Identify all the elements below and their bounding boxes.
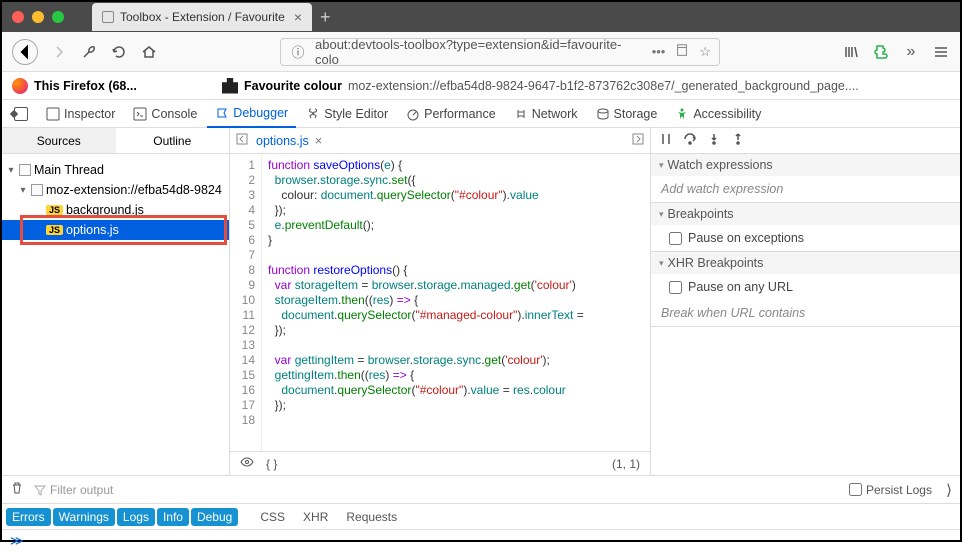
console-filter-input[interactable]: Filter output: [34, 483, 113, 497]
extension-icon: [222, 78, 238, 94]
step-out-button[interactable]: [731, 132, 745, 149]
panel-inspector[interactable]: Inspector: [38, 100, 123, 128]
line-gutter[interactable]: 123456789101112131415161718: [230, 154, 262, 451]
reload-button[interactable]: [110, 43, 128, 61]
hamburger-menu-icon[interactable]: [932, 43, 950, 61]
url-bar[interactable]: ⓘ about:devtools-toolbox?type=extension&…: [280, 38, 720, 66]
overflow-icon[interactable]: »: [902, 43, 920, 61]
browser-tab[interactable]: Toolbox - Extension / Favourite ×: [92, 3, 312, 31]
browser-toolbar: ⓘ about:devtools-toolbox?type=extension&…: [2, 32, 960, 72]
tree-file-background[interactable]: JSbackground.js: [2, 200, 229, 220]
cursor-position: (1, 1): [612, 457, 640, 471]
filter-logs[interactable]: Logs: [117, 508, 155, 526]
pause-on-exceptions-checkbox[interactable]: Pause on exceptions: [651, 225, 960, 251]
tree-origin[interactable]: ▾moz-extension://efba54d8-9824: [2, 180, 229, 200]
split-console: Filter output Persist Logs ⟩ Errors Warn…: [2, 476, 960, 552]
clear-console-icon[interactable]: [10, 481, 24, 498]
editor-nav-back-icon[interactable]: [236, 132, 248, 150]
debugger-right-pane: Watch expressions Add watch expression B…: [650, 128, 960, 475]
library-icon[interactable]: [842, 43, 860, 61]
scopes-icon[interactable]: { }: [266, 457, 277, 471]
url-text: about:devtools-toolbox?type=extension&id…: [315, 37, 644, 67]
close-tab-icon[interactable]: ×: [294, 9, 302, 25]
watch-add-placeholder[interactable]: Add watch expression: [651, 176, 960, 202]
filter-errors[interactable]: Errors: [6, 508, 51, 526]
tree-file-options[interactable]: JSoptions.js: [2, 220, 229, 240]
panel-storage[interactable]: Storage: [588, 100, 666, 128]
sources-sidebar: Sources Outline ▾Main Thread ▾moz-extens…: [2, 128, 230, 475]
sidebar-tab-outline[interactable]: Outline: [116, 128, 230, 153]
forward-button[interactable]: [50, 43, 68, 61]
close-file-icon[interactable]: ×: [315, 134, 322, 148]
debug-context-bar: This Firefox (68... Favourite colour moz…: [2, 72, 960, 100]
debugger-controls: [651, 128, 960, 154]
filter-warnings[interactable]: Warnings: [53, 508, 115, 526]
bookmark-star-icon[interactable]: ☆: [699, 44, 711, 60]
window-titlebar: Toolbox - Extension / Favourite × +: [2, 2, 960, 32]
iframe-picker-icon[interactable]: [6, 100, 36, 128]
watch-section-header[interactable]: Watch expressions: [651, 154, 960, 176]
panel-style-editor[interactable]: Style Editor: [298, 100, 396, 128]
filter-debug[interactable]: Debug: [191, 508, 238, 526]
step-in-button[interactable]: [707, 132, 721, 149]
filter-css[interactable]: CSS: [252, 508, 293, 526]
editor-nav-fwd-icon[interactable]: [632, 132, 644, 150]
debugger-main: Sources Outline ▾Main Thread ▾moz-extens…: [2, 128, 960, 476]
page-icon: [102, 11, 114, 23]
home-button[interactable]: [140, 43, 158, 61]
close-window-button[interactable]: [12, 11, 24, 23]
breakpoints-section-header[interactable]: Breakpoints: [651, 203, 960, 225]
tree-thread[interactable]: ▾Main Thread: [2, 160, 229, 180]
pause-resume-button[interactable]: [659, 132, 673, 149]
console-input-prompt[interactable]: ≫: [2, 530, 960, 552]
debug-target-label: This Firefox (68...: [34, 79, 137, 93]
new-tab-button[interactable]: +: [320, 7, 331, 28]
pause-on-any-url-checkbox[interactable]: Pause on any URL: [651, 274, 960, 300]
filter-requests[interactable]: Requests: [338, 508, 405, 526]
reader-icon[interactable]: [675, 43, 689, 60]
sidebar-tab-sources[interactable]: Sources: [2, 128, 116, 153]
tab-title: Toolbox - Extension / Favourite: [120, 10, 285, 24]
panel-console[interactable]: Console: [125, 100, 205, 128]
minimize-window-button[interactable]: [32, 11, 44, 23]
console-close-icon[interactable]: ⟩: [942, 481, 952, 499]
code-editor: options.js× 123456789101112131415161718 …: [230, 128, 650, 475]
extension-puzzle-icon[interactable]: [872, 43, 890, 61]
extension-url: moz-extension://efba54d8-9824-9647-b1f2-…: [348, 79, 859, 93]
page-actions-icon[interactable]: •••: [652, 44, 666, 59]
step-over-button[interactable]: [683, 132, 697, 149]
panel-performance[interactable]: Performance: [398, 100, 504, 128]
firefox-logo-icon: [12, 78, 28, 94]
info-icon[interactable]: ⓘ: [289, 43, 307, 61]
persist-logs-checkbox[interactable]: Persist Logs: [849, 483, 932, 497]
filter-xhr[interactable]: XHR: [295, 508, 336, 526]
editor-file-tab[interactable]: options.js×: [256, 134, 322, 148]
maximize-window-button[interactable]: [52, 11, 64, 23]
sources-tree: ▾Main Thread ▾moz-extension://efba54d8-9…: [2, 154, 229, 246]
xhr-url-hint[interactable]: Break when URL contains: [651, 300, 960, 326]
xhr-breakpoints-section-header[interactable]: XHR Breakpoints: [651, 252, 960, 274]
devtools-panel-tabs: Inspector Console Debugger Style Editor …: [2, 100, 960, 128]
watch-eye-icon[interactable]: [240, 455, 254, 472]
panel-network[interactable]: Network: [506, 100, 586, 128]
panel-accessibility[interactable]: Accessibility: [667, 100, 769, 128]
filter-info[interactable]: Info: [157, 508, 189, 526]
code-body[interactable]: function saveOptions(e) { browser.storag…: [262, 154, 650, 451]
back-button[interactable]: [12, 39, 38, 65]
extension-name: Favourite colour: [244, 79, 342, 93]
panel-debugger[interactable]: Debugger: [207, 100, 296, 128]
editor-status-bar: { } (1, 1): [230, 451, 650, 475]
devtools-wrench-icon[interactable]: [80, 43, 98, 61]
debug-target-selector[interactable]: This Firefox (68...: [2, 78, 212, 94]
